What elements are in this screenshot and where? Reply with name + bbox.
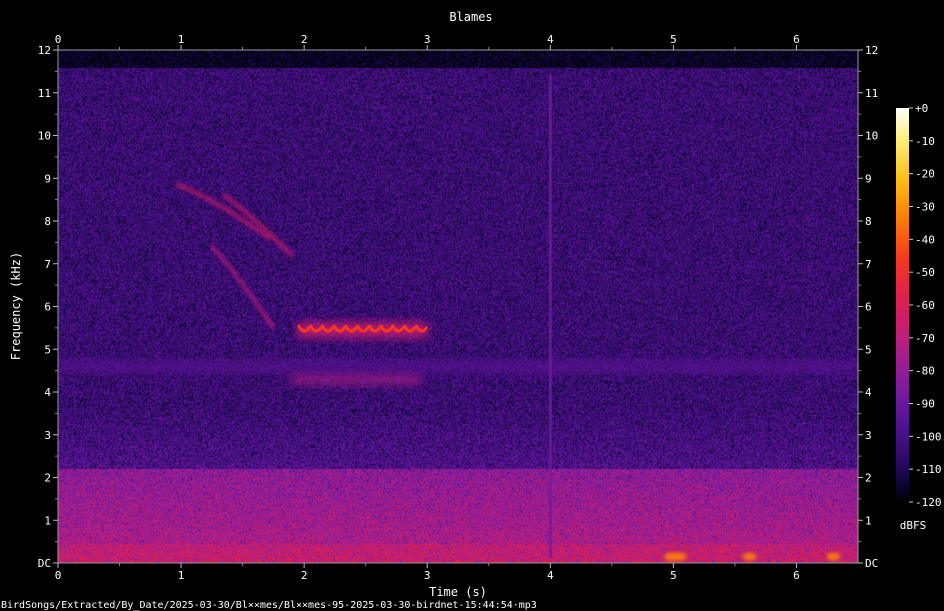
y-tick-label-right: DC [865, 557, 878, 570]
x-tick-label-bottom: 3 [424, 569, 431, 582]
y-tick-label-right: 10 [865, 130, 878, 143]
hot-spot [672, 552, 687, 561]
y-tick-label-left: 7 [44, 258, 51, 271]
harmonic-band [58, 361, 858, 372]
x-axis-bottom: 0 1 2 3 4 5 6 [55, 563, 800, 582]
colorbar: +0 -10 -20 -30 -40 -50 -60 -70 -80 -90 -100 -110 -12… [896, 102, 942, 532]
colorbar-tick-label: -80 [915, 365, 935, 378]
y-tick-label-left: 4 [44, 386, 51, 399]
y-tick-label-left: 10 [38, 130, 51, 143]
colorbar-tick-label: -100 [915, 430, 942, 443]
y-tick-label-right: 7 [865, 258, 872, 271]
y-tick-label-left: 11 [38, 87, 51, 100]
y-tick-label-right: 4 [865, 386, 872, 399]
y-tick-label-left: 12 [38, 44, 51, 57]
spectrogram-figure: Blames 0123456 0123456 DC123456789101112… [1, 10, 942, 611]
colorbar-tick-label: -90 [915, 398, 935, 411]
colorbar-tick-label: -120 [915, 496, 942, 509]
colorbar-gradient [896, 108, 909, 502]
y-tick-label-right: 6 [865, 301, 872, 314]
y-tick-label-right: 3 [865, 429, 872, 442]
y-tick-label-left: 3 [44, 429, 51, 442]
y-tick-label-right: 8 [865, 215, 872, 228]
x-tick-label-top: 4 [547, 33, 554, 46]
x-axis-label: Time (s) [429, 585, 487, 599]
file-path: BirdSongs/Extracted/By_Date/2025-03-30/B… [1, 600, 537, 611]
hot-spot [742, 552, 757, 561]
x-tick-label-top: 5 [670, 33, 677, 46]
x-tick-label-top: 0 [55, 33, 62, 46]
x-tick-label-bottom: 6 [793, 569, 800, 582]
x-tick-label-top: 1 [178, 33, 185, 46]
x-tick-label-bottom: 4 [547, 569, 554, 582]
y-tick-label-left: 9 [44, 172, 51, 185]
y-tick-label-right: 12 [865, 44, 878, 57]
harmonic-band [291, 374, 422, 385]
broadband-click [548, 75, 552, 558]
y-axis-label: Frequency (kHz) [9, 252, 23, 360]
y-axis-right: DC123456789101112 [858, 44, 878, 570]
x-tick-label-top: 3 [424, 33, 431, 46]
hot-spot [826, 552, 841, 561]
colorbar-ticks: +0 -10 -20 -30 -40 -50 -60 -70 -80 -90 -100 -110 -12… [909, 102, 942, 509]
y-tick-label-right: 9 [865, 172, 872, 185]
colorbar-tick-label: -70 [915, 332, 935, 345]
colorbar-label: dBFS [900, 519, 927, 532]
spectrogram-image [58, 50, 858, 563]
y-tick-label-right: 5 [865, 343, 872, 356]
x-tick-label-bottom: 2 [301, 569, 308, 582]
x-axis-top: 0 1 2 3 4 5 6 [55, 33, 800, 50]
x-tick-label-bottom: 5 [670, 569, 677, 582]
y-axis-left: DC123456789101112 [38, 44, 58, 570]
colorbar-tick-label: -50 [915, 266, 935, 279]
y-tick-label-left: 1 [44, 514, 51, 527]
x-tick-label-bottom: 0 [55, 569, 62, 582]
colorbar-tick-label: -40 [915, 233, 935, 246]
colorbar-tick-label: +0 [915, 102, 928, 115]
spectrogram-plot-area [58, 50, 858, 563]
y-tick-label-left: DC [38, 557, 51, 570]
y-tick-label-right: 2 [865, 472, 872, 485]
x-tick-label-bottom: 1 [178, 569, 185, 582]
y-tick-label-left: 8 [44, 215, 51, 228]
colorbar-tick-label: -10 [915, 135, 935, 148]
x-tick-label-top: 6 [793, 33, 800, 46]
y-tick-label-left: 5 [44, 343, 51, 356]
chart-title: Blames [449, 10, 492, 24]
colorbar-tick-label: -20 [915, 168, 935, 181]
colorbar-tick-label: -60 [915, 299, 935, 312]
colorbar-tick-label: -110 [915, 463, 942, 476]
y-tick-label-left: 2 [44, 472, 51, 485]
y-tick-label-right: 1 [865, 514, 872, 527]
x-tick-label-top: 2 [301, 33, 308, 46]
y-tick-label-right: 11 [865, 87, 878, 100]
y-tick-label-left: 6 [44, 301, 51, 314]
colorbar-tick-label: -30 [915, 201, 935, 214]
